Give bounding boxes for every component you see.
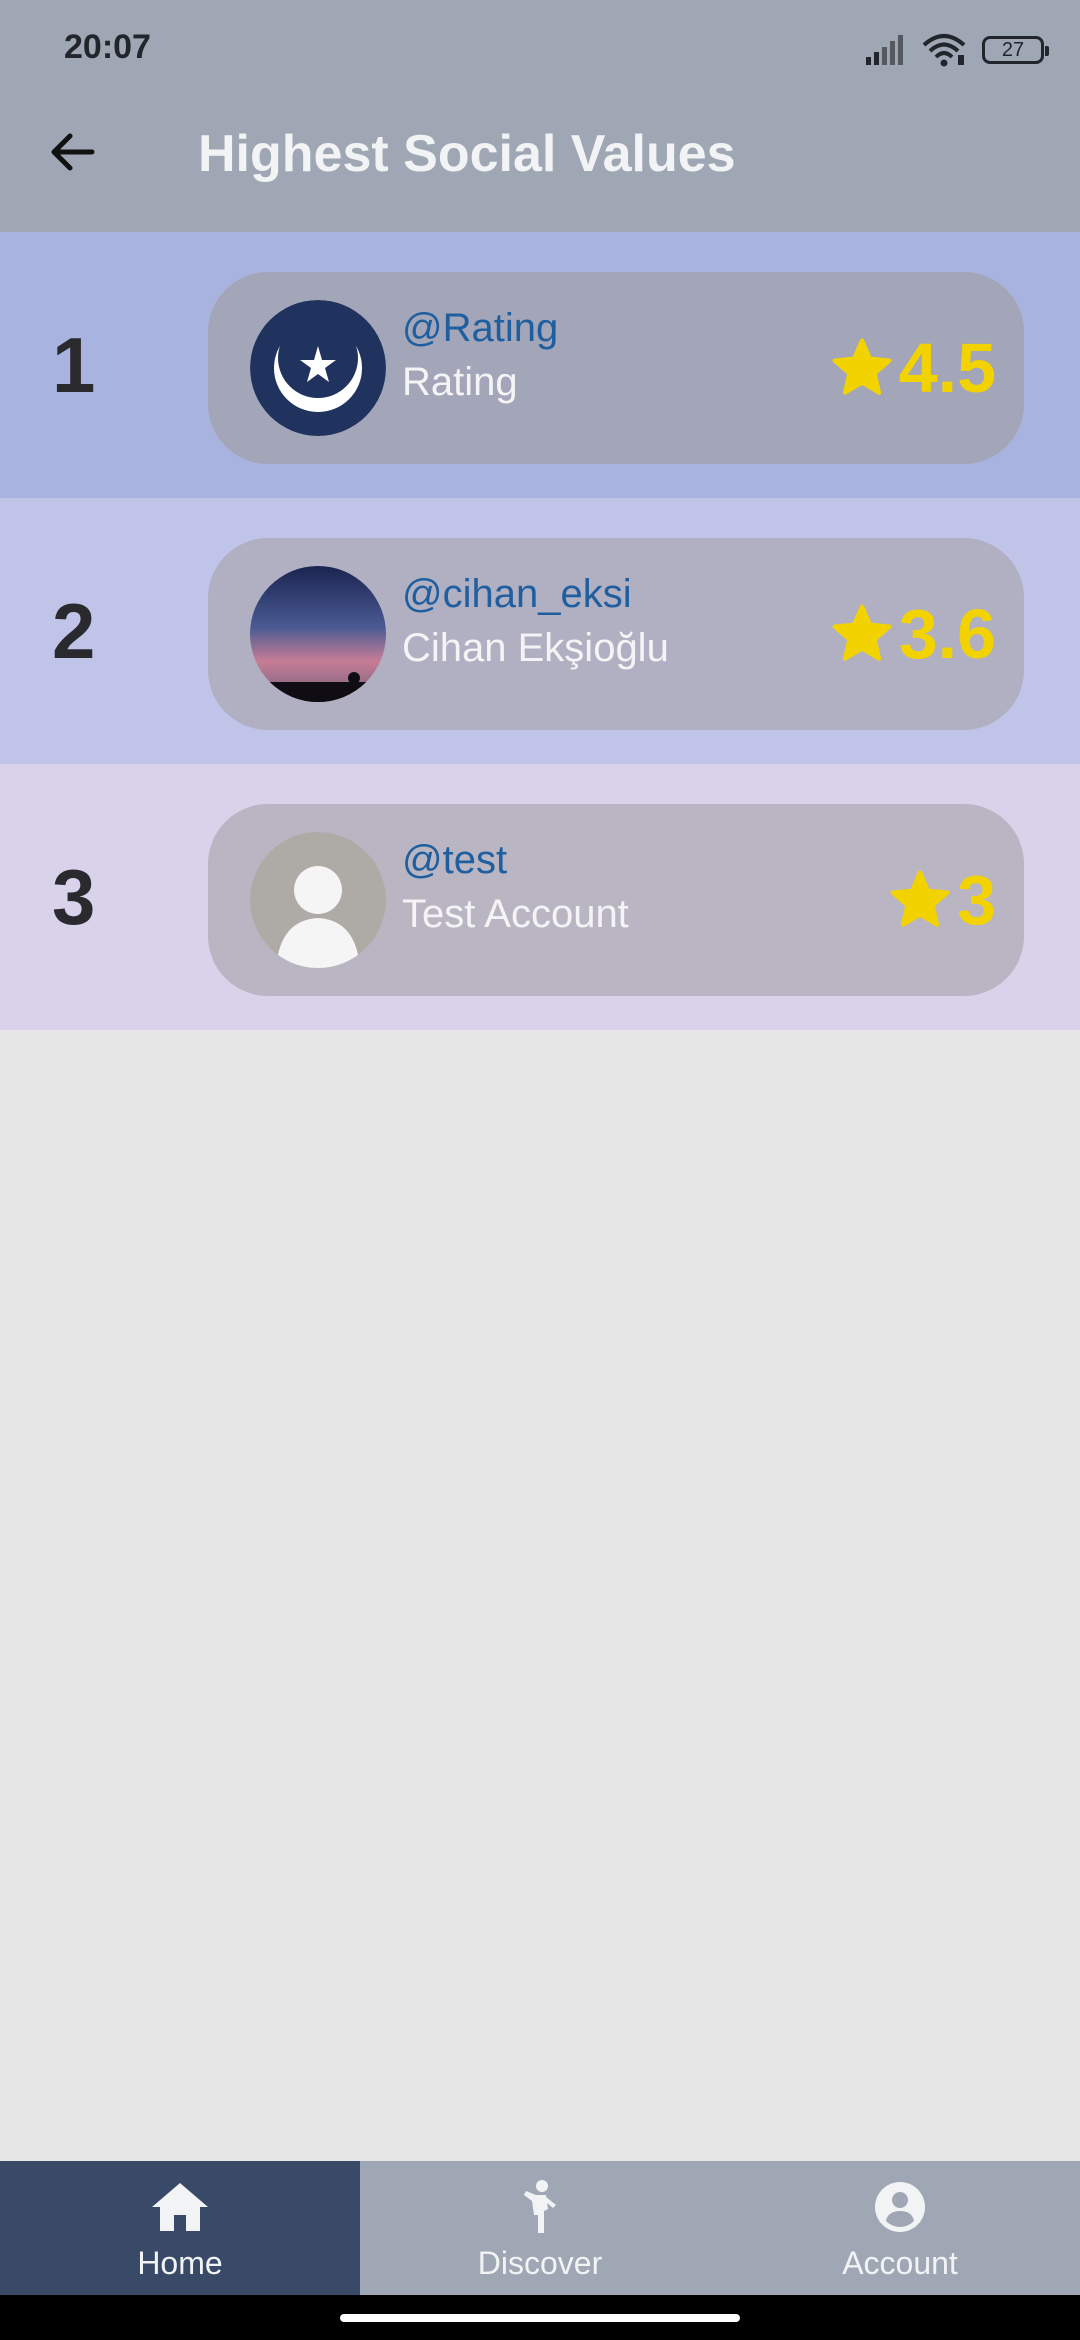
nav-discover[interactable]: Discover bbox=[360, 2161, 720, 2295]
sunset-photo-icon bbox=[250, 566, 386, 702]
rating: 4.5 bbox=[829, 272, 996, 464]
leaderboard-row: 1 @Rating Rating 4.5 bbox=[0, 232, 1080, 498]
user-card[interactable]: @cihan_eksi Cihan Ekşioğlu 3.6 bbox=[208, 538, 1024, 730]
default-person-icon bbox=[250, 832, 386, 968]
nav-label: Discover bbox=[477, 2245, 603, 2281]
username: @Rating bbox=[402, 306, 559, 350]
rank-number: 1 bbox=[52, 320, 96, 409]
wifi-icon bbox=[922, 34, 966, 67]
nav-home[interactable]: Home bbox=[0, 2161, 360, 2295]
rank-number: 2 bbox=[52, 586, 96, 675]
page-title: Highest Social Values bbox=[198, 125, 736, 183]
arrow-left-icon bbox=[51, 133, 95, 171]
display-name: Cihan Ekşioğlu bbox=[402, 626, 669, 670]
back-button[interactable] bbox=[36, 116, 108, 188]
star-icon bbox=[832, 338, 892, 395]
signal-icon bbox=[866, 35, 903, 65]
home-indicator[interactable] bbox=[340, 2314, 740, 2322]
avatar bbox=[250, 832, 386, 968]
crescent-star-logo-icon bbox=[250, 300, 386, 436]
display-name: Test Account bbox=[402, 892, 629, 936]
rating-value: 3 bbox=[957, 861, 996, 939]
nav-label: Home bbox=[137, 2245, 223, 2281]
bottom-navigation: Home Discover Account bbox=[0, 2161, 1080, 2295]
user-card[interactable]: @test Test Account 3 bbox=[208, 804, 1024, 996]
star-icon bbox=[890, 870, 950, 927]
status-time: 20:07 bbox=[64, 28, 151, 66]
leaderboard-row: 3 @test Test Account 3 bbox=[0, 764, 1080, 1030]
walking-person-icon bbox=[524, 2180, 556, 2233]
nav-account[interactable]: Account bbox=[720, 2161, 1080, 2295]
leaderboard-row: 2 @cihan_eksi Cihan Ekşioğlu 3.6 bbox=[0, 498, 1080, 764]
app-header: 20:07 27 Highest Social Values bbox=[0, 0, 1080, 232]
rank-number: 3 bbox=[52, 852, 96, 941]
username: @cihan_eksi bbox=[402, 572, 632, 616]
rating-value: 4.5 bbox=[898, 329, 996, 407]
rating-value: 3.6 bbox=[898, 595, 996, 673]
username: @test bbox=[402, 838, 508, 882]
nav-label: Account bbox=[842, 2245, 958, 2281]
display-name: Rating bbox=[402, 360, 518, 404]
avatar bbox=[250, 566, 386, 702]
rating: 3.6 bbox=[829, 538, 996, 730]
star-icon bbox=[832, 604, 892, 661]
battery-icon: 27 bbox=[982, 36, 1049, 64]
user-card[interactable]: @Rating Rating 4.5 bbox=[208, 272, 1024, 464]
rating: 3 bbox=[887, 804, 996, 996]
status-icons: 27 bbox=[866, 28, 1049, 72]
account-circle-icon bbox=[875, 2182, 925, 2232]
avatar bbox=[250, 300, 386, 436]
home-icon bbox=[152, 2183, 208, 2231]
